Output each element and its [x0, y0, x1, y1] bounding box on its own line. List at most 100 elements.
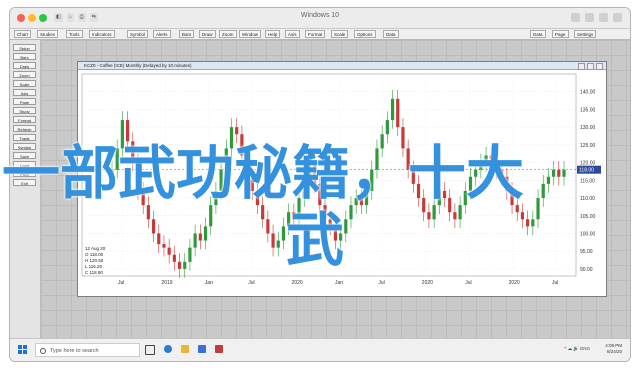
toolbar-scale-button[interactable]: Scale: [331, 30, 349, 38]
candle-body: [276, 240, 280, 248]
snapshot-icon[interactable]: [571, 13, 580, 22]
toolbar-tools-button[interactable]: Tools: [66, 30, 83, 38]
y-tick-label: 90.00: [580, 267, 593, 273]
toolbar-alerts-button[interactable]: Alerts: [153, 30, 171, 38]
data-box-line: O 118.00: [85, 252, 104, 257]
chart-minimize-icon[interactable]: [578, 63, 585, 70]
toolbar-axis-button[interactable]: Axis: [285, 30, 300, 38]
left-panel-page-button[interactable]: Page: [13, 98, 36, 105]
settings-icon[interactable]: [599, 13, 608, 22]
candle-body: [167, 247, 171, 255]
candle-body: [344, 219, 348, 234]
y-tick-label: 95.00: [580, 249, 593, 255]
y-tick-label: 110.00: [580, 196, 595, 202]
y-tick-label: 100.00: [580, 231, 596, 237]
toolbar-right-page-button[interactable]: Page: [552, 30, 569, 38]
candle-body: [453, 212, 457, 220]
x-tick-label: Jan: [205, 280, 213, 286]
candle-body: [266, 219, 270, 234]
edge-browser-icon[interactable]: [164, 345, 172, 353]
data-box-line: L 116.20: [85, 264, 103, 269]
overlay-caption-line-2: 武: [286, 206, 345, 274]
left-panel-setup-button[interactable]: Setup: [13, 44, 36, 51]
toolbar-options-button[interactable]: Options: [354, 30, 376, 38]
toolbar-data-button[interactable]: Data: [383, 30, 399, 38]
windows-taskbar: Type here to search ^ ☁ 🔊 ENG 4:09 PM 8/…: [10, 338, 630, 361]
x-tick-label: 2020: [509, 280, 520, 286]
y-tick-label: 105.00: [580, 214, 596, 220]
left-panel-format-button[interactable]: Format: [13, 116, 36, 123]
x-tick-label: Jan: [335, 280, 343, 286]
toolbar-right-settings-button[interactable]: Settings: [574, 30, 597, 38]
taskbar-search-input[interactable]: Type here to search: [35, 343, 140, 357]
toolbar-draw-button[interactable]: Draw: [199, 30, 216, 38]
share-icon[interactable]: [585, 13, 594, 22]
chart-maximize-icon[interactable]: [587, 63, 594, 70]
toolbar-chart-button[interactable]: Chart: [14, 30, 32, 38]
candle-body: [157, 233, 161, 245]
toolbar-window-button[interactable]: Window: [239, 30, 262, 38]
left-panel-bars-button[interactable]: Bars: [13, 53, 36, 60]
candle-body: [390, 98, 395, 121]
toolbar-studies-button[interactable]: Studies: [37, 30, 59, 38]
file-explorer-icon[interactable]: [181, 345, 189, 353]
toolbar-help-button[interactable]: Help: [265, 30, 281, 38]
left-panel-scale-button[interactable]: Scale: [13, 80, 36, 87]
x-tick-label: 2020: [422, 280, 433, 286]
x-tick-label: Jul: [378, 280, 384, 286]
chart-close-icon[interactable]: [596, 63, 603, 70]
left-panel-study-button[interactable]: Study: [13, 107, 36, 114]
x-tick-label: Jul: [118, 280, 124, 286]
windows-start-icon[interactable]: [18, 345, 27, 354]
toolbar-right-data-button[interactable]: Data: [530, 30, 546, 38]
x-tick-label: Jul: [552, 280, 558, 286]
x-tick-label: 2019: [161, 280, 172, 286]
window-titlebar: ◧ ⌂ ⎙ ⇆ Windows 10: [10, 8, 630, 29]
toolbar-indicators-button[interactable]: Indicators: [89, 30, 115, 38]
store-icon[interactable]: [198, 345, 206, 353]
candle-body: [188, 247, 192, 262]
trading-app-icon[interactable]: [215, 345, 223, 353]
task-view-icon[interactable]: [145, 345, 155, 355]
y-tick-label: 115.00: [580, 178, 595, 184]
x-tick-label: 2020: [292, 280, 303, 286]
candle-body: [183, 261, 187, 269]
candle-body: [162, 244, 166, 248]
system-tray[interactable]: ^ ☁ 🔊 ENG: [564, 346, 590, 352]
x-tick-label: Jul: [465, 280, 471, 286]
candle-body: [546, 176, 551, 184]
candle-body: [562, 169, 566, 177]
search-icon: [40, 348, 46, 354]
candle-body: [427, 212, 431, 220]
candle-body: [531, 219, 535, 227]
last-price-label: 118.00: [579, 168, 594, 174]
toolbar-format-button[interactable]: Format: [305, 30, 326, 38]
candle-body: [541, 183, 545, 199]
candle-body: [172, 254, 176, 262]
left-panel-axis-button[interactable]: Axis: [13, 89, 36, 96]
toolbar-zoom-button[interactable]: Zoom: [219, 30, 237, 38]
toolbar-bars-button[interactable]: Bars: [179, 30, 195, 38]
candle-body: [151, 219, 156, 234]
left-panel-draw-button[interactable]: Draw: [13, 62, 36, 69]
window-title: Windows 10: [300, 12, 340, 19]
candle-body: [536, 198, 540, 220]
y-tick-label: 135.00: [580, 107, 596, 113]
x-tick-label: Jul: [248, 280, 254, 286]
data-box-line: C 118.90: [85, 270, 103, 275]
candle-body: [557, 169, 561, 177]
taskbar-clock[interactable]: 4:09 PM 8/24/20: [605, 343, 622, 355]
y-tick-label: 125.00: [580, 143, 596, 149]
candle-body: [520, 212, 525, 220]
data-box-line: 12 Aug 20: [85, 246, 106, 251]
app-toolbar: Chart Studies Tools Indicators Symbol Alerts B…: [10, 29, 630, 40]
toolbar-symbol-button[interactable]: Symbol: [127, 30, 149, 38]
y-tick-label: 140.00: [580, 90, 596, 96]
candle-body: [396, 98, 400, 128]
candle-body: [526, 219, 530, 227]
candle-body: [281, 226, 286, 241]
y-tick-label: 130.00: [580, 125, 596, 131]
candle-body: [177, 261, 182, 269]
fullscreen-icon[interactable]: [613, 13, 622, 22]
left-panel-zoom-button[interactable]: Zoom: [13, 71, 36, 78]
